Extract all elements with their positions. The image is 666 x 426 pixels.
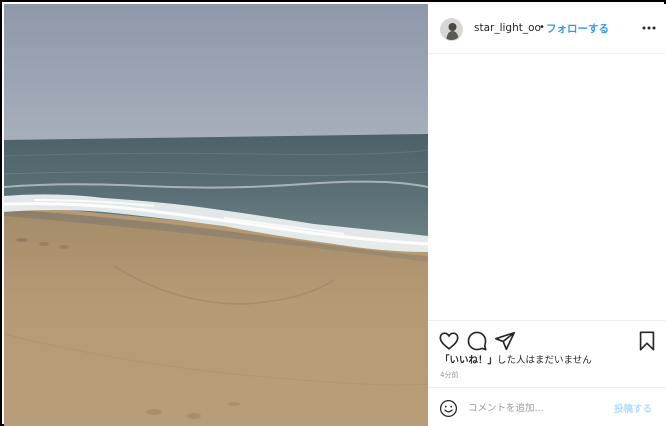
more-horizontal-icon [642, 26, 656, 30]
post-header: star_light_oo • フォローする [428, 4, 666, 54]
more-options-button[interactable] [640, 18, 658, 38]
save-button[interactable] [636, 330, 658, 352]
post-sidebar: star_light_oo • フォローする 「いいね！」した人はまだいません … [428, 4, 666, 426]
emoji-button[interactable] [439, 399, 458, 418]
likes-rest: した人はまだいません [497, 355, 592, 366]
username[interactable]: star_light_oo [474, 22, 541, 34]
like-button[interactable] [438, 330, 460, 352]
comment-button[interactable] [466, 330, 488, 352]
separator-dot: • [539, 22, 545, 33]
post-timestamp[interactable]: 4分前 [440, 370, 458, 380]
post-window: star_light_oo • フォローする 「いいね！」した人はまだいません … [0, 0, 666, 426]
likes-quoted[interactable]: 「いいね！」 [440, 355, 497, 366]
likes-text: 「いいね！」した人はまだいません [440, 352, 592, 366]
avatar[interactable] [440, 18, 463, 41]
beach-photo [4, 4, 428, 426]
comment-bar: 投稿する [428, 387, 666, 426]
heart-icon [439, 332, 459, 350]
emoji-smile-icon [439, 399, 458, 418]
avatar-image [441, 19, 462, 40]
comment-input[interactable] [468, 400, 608, 416]
bookmark-icon [639, 331, 655, 351]
comment-icon [467, 331, 487, 351]
share-button[interactable] [494, 330, 516, 352]
follow-button[interactable]: フォローする [546, 21, 609, 36]
post-photo[interactable] [4, 4, 428, 426]
share-icon [495, 331, 515, 351]
post-comment-button[interactable]: 投稿する [614, 401, 652, 415]
